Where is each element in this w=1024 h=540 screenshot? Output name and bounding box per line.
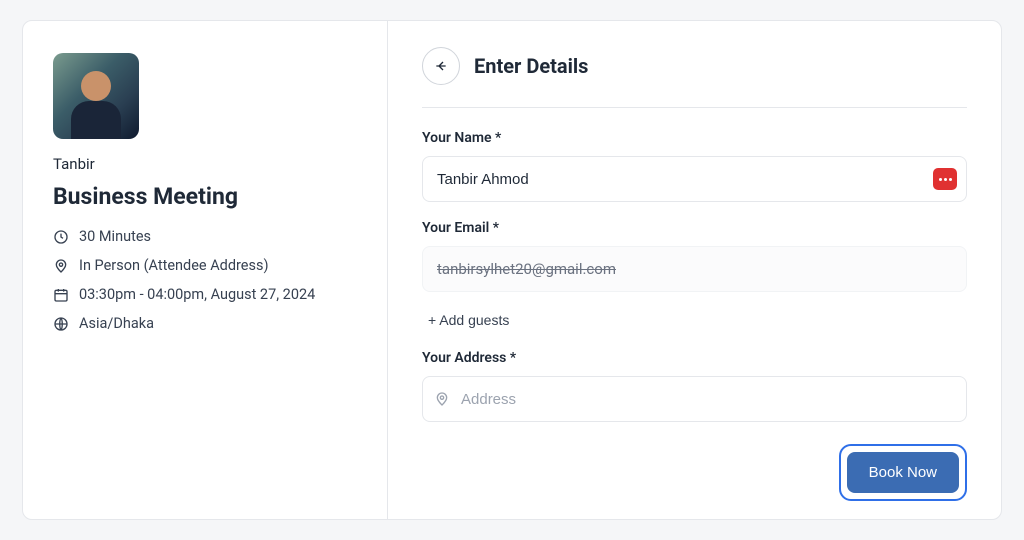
address-label: Your Address * [422, 350, 967, 366]
location-row: In Person (Attendee Address) [53, 257, 357, 274]
globe-icon [53, 316, 69, 332]
clock-icon [53, 229, 69, 245]
password-manager-icon[interactable] [933, 168, 957, 190]
form-header: Enter Details [422, 47, 967, 108]
location-text: In Person (Attendee Address) [79, 257, 269, 274]
address-pin-icon [434, 391, 450, 407]
form-title: Enter Details [474, 54, 588, 78]
form-footer: Book Now [422, 444, 967, 501]
address-input[interactable] [422, 376, 967, 422]
booking-card: Tanbir Business Meeting 30 Minutes In Pe… [22, 20, 1002, 520]
duration-text: 30 Minutes [79, 228, 151, 245]
email-input[interactable]: tanbirsylhet20@gmail.com [422, 246, 967, 292]
name-input-wrap [422, 156, 967, 202]
calendar-icon [53, 287, 69, 303]
location-icon [53, 258, 69, 274]
datetime-text: 03:30pm - 04:00pm, August 27, 2024 [79, 286, 315, 303]
email-label: Your Email * [422, 220, 967, 236]
host-name: Tanbir [53, 155, 357, 173]
book-now-button[interactable]: Book Now [847, 452, 959, 493]
add-guests-button[interactable]: + Add guests [428, 312, 967, 328]
meeting-summary-panel: Tanbir Business Meeting 30 Minutes In Pe… [23, 21, 388, 519]
address-input-wrap [422, 376, 967, 422]
arrow-left-icon [433, 58, 449, 74]
datetime-row: 03:30pm - 04:00pm, August 27, 2024 [53, 286, 357, 303]
duration-row: 30 Minutes [53, 228, 357, 245]
timezone-text: Asia/Dhaka [79, 315, 154, 332]
timezone-row: Asia/Dhaka [53, 315, 357, 332]
name-label: Your Name * [422, 130, 967, 146]
back-button[interactable] [422, 47, 460, 85]
book-button-highlight: Book Now [839, 444, 967, 501]
host-avatar [53, 53, 139, 139]
email-input-wrap: tanbirsylhet20@gmail.com [422, 246, 967, 292]
details-form-panel: Enter Details Your Name * Your Email * t… [388, 21, 1001, 519]
name-input[interactable] [422, 156, 967, 202]
meeting-title: Business Meeting [53, 183, 357, 210]
